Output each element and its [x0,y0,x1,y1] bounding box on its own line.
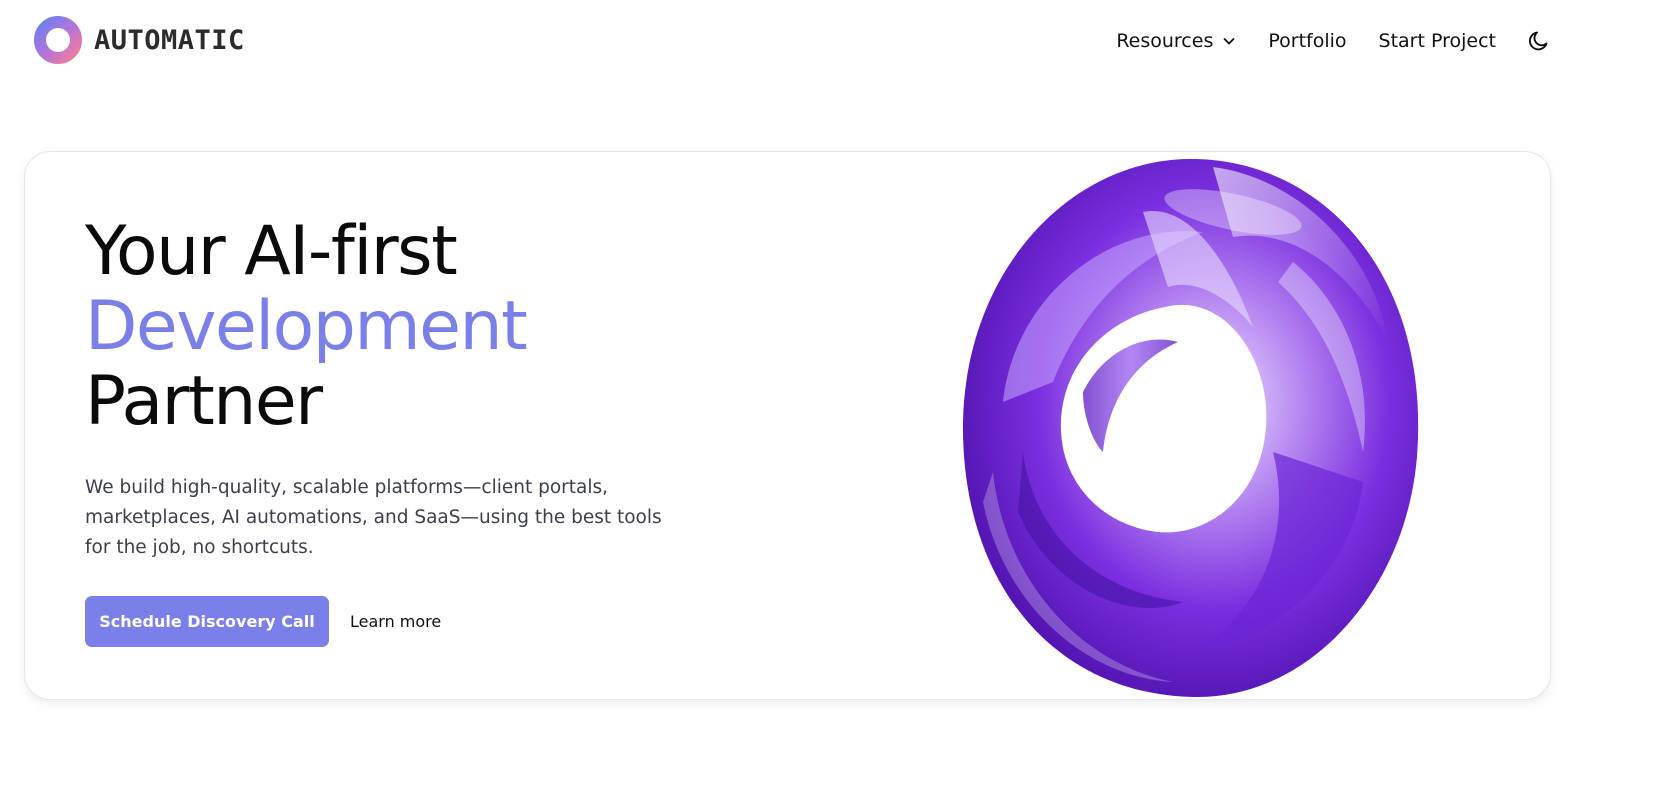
hero-card: Your AI-first Development Partner We bui… [24,151,1551,700]
hero-title-line-2-accent: Development [85,287,528,366]
brand[interactable]: AUTOMATIC [34,16,245,64]
hero-description: We build high-quality, scalable platform… [85,477,662,558]
cta-row: Schedule Discovery Call Learn more [85,596,725,647]
site-header: AUTOMATIC Resources Portfolio Start Proj… [0,0,1660,82]
hero-content: Your AI-first Development Partner We bui… [85,214,725,647]
main-nav: Resources Portfolio Start Project [1116,25,1552,57]
moon-icon[interactable] [1526,28,1552,54]
chevron-down-icon [1223,38,1235,45]
purple-glass-torus-image [962,158,1419,698]
nav-item-label: Resources [1116,30,1214,52]
hero-title-line-3: Partner [85,362,323,441]
nav-item-start-project[interactable]: Start Project [1379,30,1496,52]
nav-item-label: Portfolio [1268,30,1347,52]
ring-logo-icon [34,16,82,64]
hero-title: Your AI-first Development Partner [85,214,725,439]
learn-more-link[interactable]: Learn more [350,612,441,631]
schedule-discovery-call-button[interactable]: Schedule Discovery Call [85,596,329,647]
nav-item-portfolio[interactable]: Portfolio [1268,30,1346,52]
brand-name: AUTOMATIC [94,24,245,56]
hero-title-line-1: Your AI-first [85,212,458,291]
nav-item-label: Start Project [1378,30,1496,52]
nav-item-resources[interactable]: Resources [1116,30,1236,52]
